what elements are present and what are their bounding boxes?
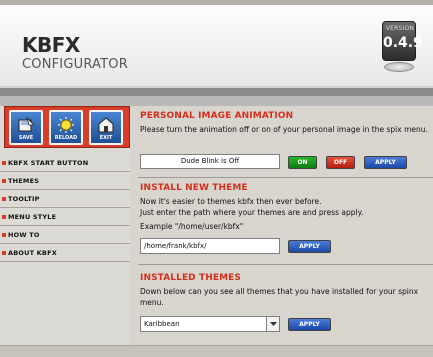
animation-status-field: Dude Blink is Off xyxy=(140,154,280,169)
sidebar-toolbar: SAVE RELOAD EXIT xyxy=(4,106,130,148)
save-label: SAVE xyxy=(18,135,34,141)
app-subtitle: CONFIGURATOR xyxy=(22,57,128,72)
app-header: KBFX CONFIGURATOR VERSION 0.4.9 xyxy=(0,5,433,87)
disc-icon xyxy=(384,62,414,72)
personal-image-animation-panel: PERSONAL IMAGE ANIMATION Please turn the… xyxy=(138,110,433,135)
reload-label: RELOAD xyxy=(54,135,78,141)
sidebar-item-label: ABOUT KBFX xyxy=(8,249,57,257)
header-divider-light xyxy=(0,96,433,106)
selected-theme: Karibbean xyxy=(144,320,180,328)
panel-description-line1: Now it's easier to themes kbfx then ever… xyxy=(140,197,322,206)
version-badge: VERSION 0.4.9 xyxy=(378,21,423,73)
theme-path-input[interactable]: /home/frank/kbfx/ xyxy=(140,238,280,254)
main-content: PERSONAL IMAGE ANIMATION Please turn the… xyxy=(138,106,433,357)
exit-label: EXIT xyxy=(99,135,113,141)
panel-description: Down below can you see all themes that y… xyxy=(140,287,419,307)
header-divider-dark xyxy=(0,88,433,96)
bullet-icon xyxy=(2,251,6,255)
apply-animation-button[interactable]: APPLY xyxy=(364,156,407,169)
installed-themes-select[interactable]: Karibbean xyxy=(140,316,280,332)
apply-theme-button[interactable]: APPLY xyxy=(288,318,331,331)
apply-install-button[interactable]: APPLY xyxy=(288,240,331,253)
on-button[interactable]: ON xyxy=(288,156,317,169)
sidebar-item-menu-style[interactable]: MENU STYLE xyxy=(0,208,130,226)
version-box: VERSION 0.4.9 xyxy=(382,21,423,61)
chevron-down-icon[interactable] xyxy=(266,317,279,331)
installed-themes-panel: INSTALLED THEMES Down below can you see … xyxy=(138,272,433,308)
install-new-theme-panel: INSTALL NEW THEME Now it's easier to the… xyxy=(138,182,433,232)
sidebar-item-themes[interactable]: THEMES xyxy=(0,172,130,190)
save-button[interactable]: SAVE xyxy=(9,110,43,145)
bullet-icon xyxy=(2,233,6,237)
kbfx-configurator-window: KBFX CONFIGURATOR VERSION 0.4.9 SAVE REL… xyxy=(0,0,433,357)
bullet-icon xyxy=(2,179,6,183)
sidebar-item-label: THEMES xyxy=(8,177,40,185)
panel-title: PERSONAL IMAGE ANIMATION xyxy=(140,111,294,121)
save-icon xyxy=(18,116,35,132)
exit-icon xyxy=(98,117,114,133)
bottom-strip xyxy=(0,345,433,357)
sidebar: SAVE RELOAD EXIT KBFX START BUTTON THEME… xyxy=(0,106,130,357)
panel-title: INSTALLED THEMES xyxy=(140,273,241,283)
sidebar-item-about-kbfx[interactable]: ABOUT KBFX xyxy=(0,244,130,262)
sidebar-item-how-to[interactable]: HOW TO xyxy=(0,226,130,244)
panel-description-line2: Just enter the path where your themes ar… xyxy=(140,208,364,217)
sidebar-nav: KBFX START BUTTON THEMES TOOLTIP MENU ST… xyxy=(0,154,130,262)
bullet-icon xyxy=(2,161,6,165)
reload-button[interactable]: RELOAD xyxy=(49,110,83,145)
section-divider xyxy=(138,177,433,178)
sidebar-item-label: HOW TO xyxy=(8,231,40,239)
sidebar-item-tooltip[interactable]: TOOLTIP xyxy=(0,190,130,208)
off-button[interactable]: OFF xyxy=(326,156,355,169)
reload-icon xyxy=(58,117,74,133)
bullet-icon xyxy=(2,197,6,201)
bullet-icon xyxy=(2,215,6,219)
version-number: 0.4.9 xyxy=(383,35,423,51)
panel-example: Example "/home/user/kbfx" xyxy=(140,222,244,231)
sidebar-item-label: MENU STYLE xyxy=(8,213,57,221)
sidebar-item-label: KBFX START BUTTON xyxy=(8,159,89,167)
sidebar-item-label: TOOLTIP xyxy=(8,195,40,203)
app-brand: KBFX xyxy=(22,33,80,57)
panel-title: INSTALL NEW THEME xyxy=(140,183,248,193)
panel-description: Please turn the animation off or on of y… xyxy=(140,125,428,134)
section-divider xyxy=(138,264,433,265)
sidebar-item-kbfx-start-button[interactable]: KBFX START BUTTON xyxy=(0,154,130,172)
version-label: VERSION xyxy=(385,25,415,32)
exit-button[interactable]: EXIT xyxy=(89,110,123,145)
